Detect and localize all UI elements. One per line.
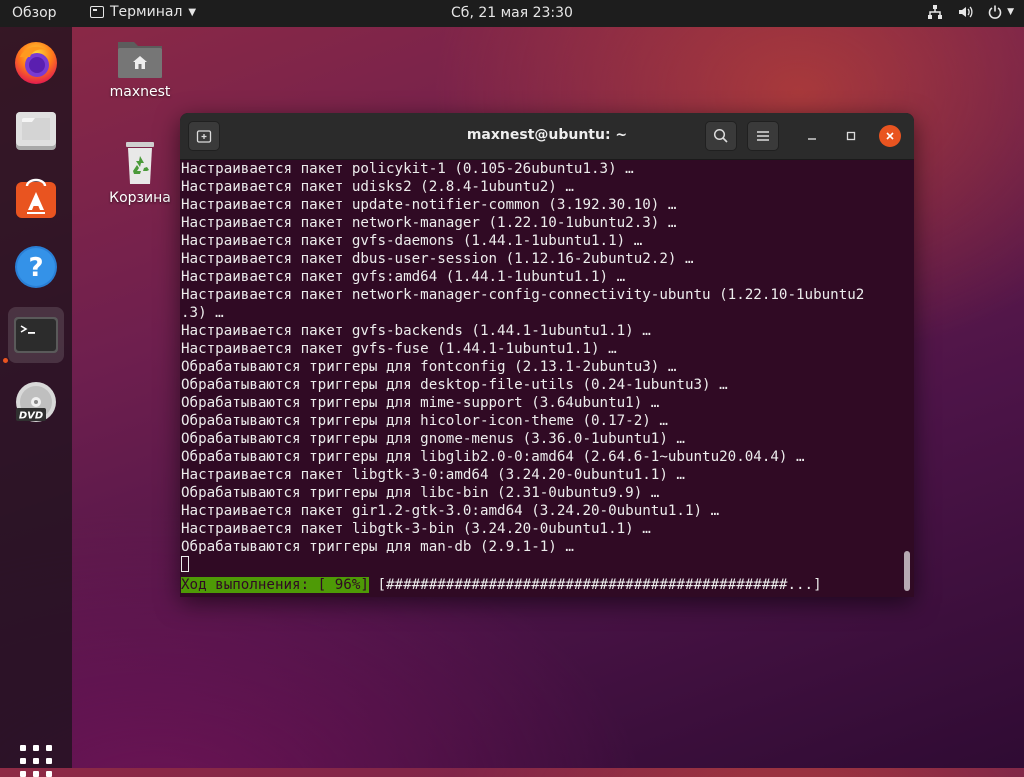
network-icon[interactable] bbox=[927, 4, 943, 20]
svg-text:?: ? bbox=[28, 253, 43, 283]
desktop-icon-label: Корзина bbox=[109, 190, 171, 206]
scrollbar[interactable] bbox=[904, 551, 910, 591]
progress-line: Ход выполнения: [ 96%] [################… bbox=[181, 576, 822, 594]
text-cursor bbox=[181, 556, 189, 572]
firefox-icon bbox=[15, 42, 57, 84]
trash-icon bbox=[126, 142, 154, 184]
dock-help[interactable]: ? bbox=[8, 239, 64, 295]
volume-icon[interactable] bbox=[957, 4, 973, 20]
show-applications-button[interactable] bbox=[20, 745, 52, 777]
power-icon[interactable] bbox=[987, 4, 1003, 20]
close-button[interactable] bbox=[879, 125, 901, 147]
terminal-line: .3) … bbox=[181, 305, 224, 321]
terminal-line: Настраивается пакет gir1.2-gtk-3.0:amd64… bbox=[181, 503, 720, 519]
files-icon bbox=[16, 112, 56, 150]
menu-button[interactable] bbox=[747, 121, 779, 151]
activities-button[interactable]: Обзор bbox=[12, 5, 57, 21]
app-menu-label: Терминал bbox=[110, 4, 183, 20]
terminal-line: Настраивается пакет libgtk-3-0:amd64 (3.… bbox=[181, 467, 685, 483]
desktop-icon-trash[interactable]: Корзина bbox=[100, 140, 180, 206]
dock: ? DVD bbox=[0, 27, 72, 777]
desktop-icon-home[interactable]: maxnest bbox=[100, 36, 180, 100]
terminal-line: Настраивается пакет gvfs-daemons (1.44.1… bbox=[181, 233, 643, 249]
terminal-line: Настраивается пакет network-manager (1.2… bbox=[181, 215, 677, 231]
search-button[interactable] bbox=[705, 121, 737, 151]
terminal-line: Настраивается пакет gvfs:amd64 (1.44.1-1… bbox=[181, 269, 626, 285]
chevron-down-icon: ▼ bbox=[188, 6, 197, 18]
close-icon bbox=[886, 132, 894, 140]
dock-files[interactable] bbox=[8, 103, 64, 159]
minimize-button[interactable] bbox=[801, 125, 823, 147]
running-indicator bbox=[3, 358, 8, 363]
terminal-lines: Настраивается пакет policykit-1 (0.105-2… bbox=[180, 160, 908, 556]
terminal-line: Обрабатываются триггеры для libc-bin (2.… bbox=[181, 485, 660, 501]
desktop-icon-label: maxnest bbox=[109, 84, 171, 100]
search-icon bbox=[713, 128, 728, 143]
top-bar: Обзор Терминал ▼ Сб, 21 мая 23:30 ▼ bbox=[0, 0, 1024, 27]
terminal-icon bbox=[14, 317, 58, 353]
dock-dvd[interactable]: DVD bbox=[8, 375, 64, 431]
clock[interactable]: Сб, 21 мая 23:30 bbox=[451, 5, 573, 21]
dvd-icon: DVD bbox=[16, 382, 56, 422]
home-folder-icon bbox=[118, 42, 162, 78]
hamburger-menu-icon bbox=[757, 131, 769, 141]
dock-software[interactable] bbox=[8, 171, 64, 227]
terminal-line: Обрабатываются триггеры для libglib2.0-0… bbox=[181, 449, 805, 465]
terminal-line: Настраивается пакет gvfs-fuse (1.44.1-1u… bbox=[181, 341, 617, 357]
terminal-window[interactable]: maxnest@ubuntu: ~ Настраивается пакет po… bbox=[180, 113, 914, 597]
maximize-button[interactable] bbox=[840, 125, 862, 147]
terminal-line: Обрабатываются триггеры для desktop-file… bbox=[181, 377, 728, 393]
window-headerbar[interactable]: maxnest@ubuntu: ~ bbox=[180, 113, 914, 160]
prompt-line bbox=[180, 556, 908, 574]
terminal-line: Обрабатываются триггеры для gnome-menus … bbox=[181, 431, 685, 447]
app-menu[interactable]: Терминал ▼ bbox=[90, 4, 196, 20]
dock-firefox[interactable] bbox=[8, 35, 64, 91]
terminal-line: Настраивается пакет gvfs-backends (1.44.… bbox=[181, 323, 651, 339]
maximize-icon bbox=[846, 131, 856, 141]
terminal-line: Обрабатываются триггеры для hicolor-icon… bbox=[181, 413, 668, 429]
dock-terminal[interactable] bbox=[8, 307, 64, 363]
system-tray[interactable]: ▼ bbox=[927, 4, 1014, 20]
terminal-line: Настраивается пакет dbus-user-session (1… bbox=[181, 251, 694, 267]
terminal-line: Настраивается пакет udisks2 (2.8.4-1ubun… bbox=[181, 179, 574, 195]
software-icon bbox=[16, 178, 56, 218]
terminal-line: Настраивается пакет policykit-1 (0.105-2… bbox=[181, 161, 634, 177]
terminal-line: Обрабатываются триггеры для fontconfig (… bbox=[181, 359, 677, 375]
progress-label: Ход выполнения: [ 96%] bbox=[181, 577, 369, 593]
terminal-line: Настраивается пакет update-notifier-comm… bbox=[181, 197, 677, 213]
svg-text:DVD: DVD bbox=[19, 411, 43, 422]
minimize-icon bbox=[808, 138, 816, 140]
help-icon: ? bbox=[15, 246, 57, 288]
terminal-line: Настраивается пакет network-manager-conf… bbox=[181, 287, 865, 303]
chevron-down-icon[interactable]: ▼ bbox=[1007, 7, 1014, 17]
terminal-line: Настраивается пакет libgtk-3-bin (3.24.2… bbox=[181, 521, 651, 537]
terminal-output[interactable]: Настраивается пакет policykit-1 (0.105-2… bbox=[180, 160, 908, 597]
terminal-small-icon bbox=[90, 6, 104, 18]
terminal-line: Обрабатываются триггеры для man-db (2.9.… bbox=[181, 539, 574, 555]
terminal-line: Обрабатываются триггеры для mime-support… bbox=[181, 395, 660, 411]
progress-bar: [#######################################… bbox=[368, 577, 822, 593]
